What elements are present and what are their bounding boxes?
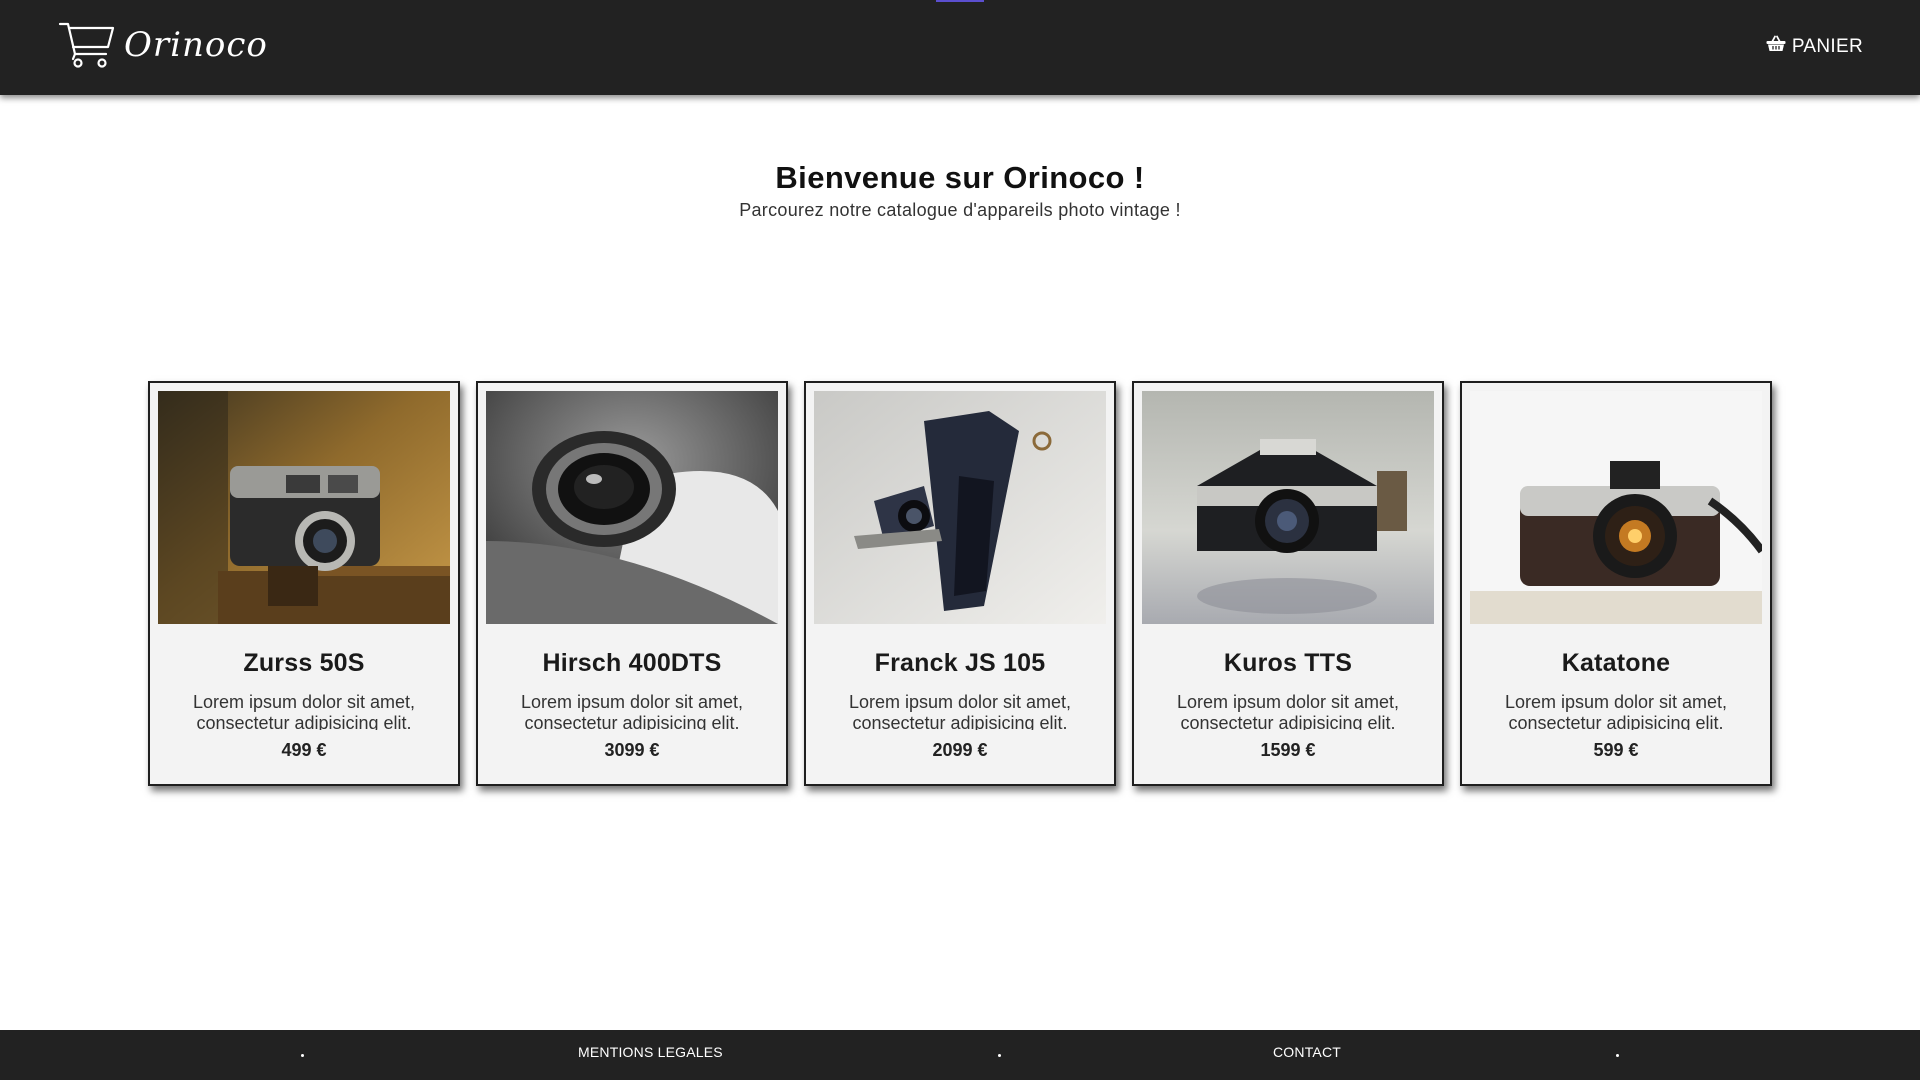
product-name: Kuros TTS [1223, 649, 1353, 677]
product-card[interactable]: Kuros TTS Lorem ipsum dolor sit amet, co… [1132, 381, 1444, 786]
page-subtitle: Parcourez notre catalogue d'appareils ph… [739, 200, 1181, 220]
product-name: Katatone [1561, 649, 1671, 677]
product-image [1470, 391, 1762, 624]
product-image [814, 391, 1106, 624]
product-card[interactable]: Franck JS 105 Lorem ipsum dolor sit amet… [804, 381, 1116, 786]
product-name: Hirsch 400DTS [542, 649, 722, 677]
brand-name: Orinoco [124, 25, 268, 65]
product-description: Lorem ipsum dolor sit amet, consectetur … [848, 692, 1072, 730]
product-price: 599 € [1593, 740, 1639, 760]
product-price: 2099 € [932, 740, 988, 760]
product-description: Lorem ipsum dolor sit amet, consectetur … [1504, 692, 1728, 730]
product-card[interactable]: Hirsch 400DTS Lorem ipsum dolor sit amet… [476, 381, 788, 786]
product-image [486, 391, 778, 624]
shopping-basket-icon [1766, 35, 1792, 58]
product-card[interactable]: Katatone Lorem ipsum dolor sit amet, con… [1460, 381, 1772, 786]
shopping-cart-icon [58, 20, 116, 70]
welcome-section: Bienvenue sur Orinoco ! Parcourez notre … [0, 158, 1920, 221]
brand-logo-link[interactable]: Orinoco [58, 20, 268, 70]
product-card[interactable]: Zurss 50S Lorem ipsum dolor sit amet, co… [148, 381, 460, 786]
product-price: 1599 € [1260, 740, 1316, 760]
header-accent-bar [936, 0, 984, 2]
site-footer: MENTIONS LEGALES CONTACT [0, 1030, 1920, 1080]
product-name: Franck JS 105 [874, 649, 1046, 677]
footer-separator [301, 1054, 304, 1057]
product-description: Lorem ipsum dolor sit amet, consectetur … [520, 692, 744, 730]
footer-link-contact[interactable]: CONTACT [1273, 1044, 1341, 1060]
product-description: Lorem ipsum dolor sit amet, consectetur … [192, 692, 416, 730]
product-price: 499 € [281, 740, 327, 760]
product-image [1142, 391, 1434, 624]
product-description: Lorem ipsum dolor sit amet, consectetur … [1176, 692, 1400, 730]
page-title: Bienvenue sur Orinoco ! [775, 160, 1145, 195]
product-name: Zurss 50S [243, 649, 365, 677]
product-grid: Zurss 50S Lorem ipsum dolor sit amet, co… [148, 381, 1772, 786]
site-header: Orinoco PANIER [0, 0, 1920, 95]
product-price: 3099 € [604, 740, 660, 760]
product-image [158, 391, 450, 624]
cart-label: PANIER [1791, 35, 1863, 57]
cart-link[interactable]: PANIER [1766, 35, 1863, 58]
footer-separator [998, 1054, 1001, 1057]
footer-link-legal[interactable]: MENTIONS LEGALES [578, 1044, 723, 1060]
footer-separator [1616, 1054, 1619, 1057]
